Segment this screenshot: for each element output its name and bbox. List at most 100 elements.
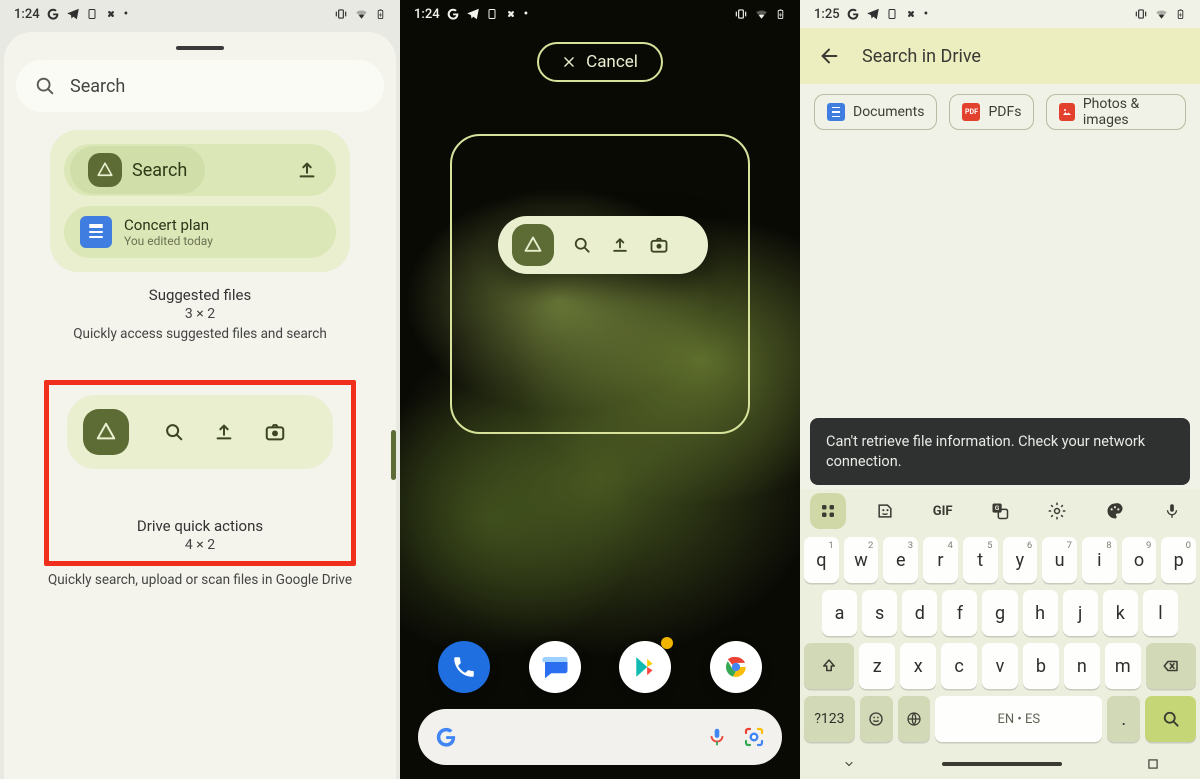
home-dock <box>400 641 800 693</box>
language-key[interactable] <box>898 696 931 742</box>
vibrate-icon <box>1134 7 1148 21</box>
google-icon <box>846 7 860 21</box>
battery-icon <box>775 6 786 22</box>
battery-icon <box>375 6 386 22</box>
key-a[interactable]: a <box>822 590 857 636</box>
widget-search-bar[interactable]: Search <box>16 60 384 112</box>
key-f[interactable]: f <box>942 590 977 636</box>
key-j[interactable]: j <box>1063 590 1098 636</box>
play-store-app-icon[interactable] <box>619 641 671 693</box>
widget-drop-frame[interactable] <box>450 134 750 434</box>
on-screen-keyboard: GIF G q1w2e3r4t5y6u7i8o9p0 asdfghjkl zxc… <box>800 489 1200 779</box>
settings-icon[interactable] <box>1039 493 1075 529</box>
shift-key[interactable] <box>804 643 854 689</box>
wifi-icon <box>754 7 769 21</box>
fan-icon <box>504 7 518 21</box>
chrome-app-icon[interactable] <box>710 641 762 693</box>
search-chip-label: Search <box>132 160 187 181</box>
error-toast: Can't retrieve file information. Check y… <box>810 418 1190 485</box>
chip-documents[interactable]: Documents <box>814 94 937 130</box>
gif-button[interactable]: GIF <box>925 493 961 529</box>
key-l[interactable]: l <box>1143 590 1178 636</box>
search-app-bar: Search in Drive <box>800 28 1200 84</box>
chip-pdfs[interactable]: PDF PDFs <box>949 94 1034 130</box>
key-o[interactable]: o9 <box>1122 537 1157 583</box>
key-d[interactable]: d <box>902 590 937 636</box>
device-icon <box>886 7 898 21</box>
dot-icon: • <box>924 7 929 22</box>
key-z[interactable]: z <box>859 643 895 689</box>
keyboard-apps-icon[interactable] <box>810 493 846 529</box>
status-bar: 1:24 • <box>0 0 400 28</box>
key-r[interactable]: r4 <box>923 537 958 583</box>
key-x[interactable]: x <box>900 643 936 689</box>
widget-name: Suggested files <box>50 286 350 304</box>
quick-actions-card[interactable] <box>67 395 333 469</box>
chip-photos[interactable]: Photos & images <box>1046 94 1186 130</box>
back-icon[interactable] <box>818 45 840 67</box>
lens-icon[interactable] <box>742 725 766 749</box>
widget-desc: Quickly search, upload or scan files in … <box>34 572 366 590</box>
status-time: 1:25 <box>814 7 840 22</box>
drive-quick-actions-widget[interactable] <box>498 216 708 274</box>
cancel-button[interactable]: Cancel <box>537 42 663 82</box>
key-i[interactable]: i8 <box>1082 537 1117 583</box>
key-g[interactable]: g <box>982 590 1017 636</box>
key-v[interactable]: v <box>982 643 1018 689</box>
status-bar: 1:24 • <box>400 0 800 28</box>
translate-icon[interactable]: G <box>982 493 1018 529</box>
key-h[interactable]: h <box>1023 590 1058 636</box>
key-n[interactable]: n <box>1064 643 1100 689</box>
emoji-key[interactable] <box>860 696 893 742</box>
backspace-key[interactable] <box>1146 643 1196 689</box>
key-c[interactable]: c <box>941 643 977 689</box>
key-y[interactable]: y6 <box>1003 537 1038 583</box>
widget-desc: Quickly access suggested files and searc… <box>50 326 350 344</box>
key-s[interactable]: s <box>862 590 897 636</box>
upload-icon[interactable] <box>610 235 630 255</box>
scroll-indicator[interactable] <box>391 430 396 480</box>
period-key[interactable]: . <box>1107 696 1140 742</box>
search-placeholder: Search <box>70 76 125 97</box>
keyboard-collapse-icon[interactable] <box>840 758 858 770</box>
search-icon <box>163 421 185 443</box>
vibrate-icon <box>334 7 348 21</box>
drive-icon <box>83 409 129 455</box>
google-search-bar[interactable] <box>418 709 782 765</box>
device-icon <box>86 7 98 21</box>
camera-icon[interactable] <box>648 235 670 255</box>
screen-widget-picker: 1:24 • Search <box>0 0 400 779</box>
numbers-key[interactable]: ?123 <box>804 696 855 742</box>
palette-icon[interactable] <box>1097 493 1133 529</box>
key-b[interactable]: b <box>1023 643 1059 689</box>
screen-drive-search: 1:25 • Search in Drive Documents <box>800 0 1200 779</box>
gesture-handle[interactable] <box>942 762 1062 766</box>
fan-icon <box>904 7 918 21</box>
mic-icon[interactable] <box>706 726 728 748</box>
key-p[interactable]: p0 <box>1161 537 1196 583</box>
key-w[interactable]: w2 <box>844 537 879 583</box>
google-icon <box>446 7 460 21</box>
widget-preview-suggested-files[interactable]: Search Concert plan You edited today Sug… <box>50 130 350 344</box>
search-title[interactable]: Search in Drive <box>862 46 981 67</box>
key-m[interactable]: m <box>1105 643 1141 689</box>
key-t[interactable]: t5 <box>963 537 998 583</box>
key-k[interactable]: k <box>1103 590 1138 636</box>
sticker-icon[interactable] <box>867 493 903 529</box>
key-e[interactable]: e3 <box>883 537 918 583</box>
chip-label: Photos & images <box>1083 96 1173 128</box>
sheet-handle[interactable] <box>176 46 224 50</box>
nav-square-icon[interactable] <box>1146 757 1160 771</box>
screen-widget-placement: 1:24 • Cancel <box>400 0 800 779</box>
doc-title: Concert plan <box>124 216 213 234</box>
mic-icon[interactable] <box>1154 493 1190 529</box>
key-q[interactable]: q1 <box>804 537 839 583</box>
phone-app-icon[interactable] <box>438 641 490 693</box>
search-icon[interactable] <box>572 235 592 255</box>
messages-app-icon[interactable] <box>529 641 581 693</box>
key-u[interactable]: u7 <box>1042 537 1077 583</box>
telegram-icon <box>66 7 80 21</box>
search-chip: Search <box>70 146 205 194</box>
search-key[interactable] <box>1145 696 1196 742</box>
spacebar-key[interactable]: EN • ES <box>935 696 1102 742</box>
